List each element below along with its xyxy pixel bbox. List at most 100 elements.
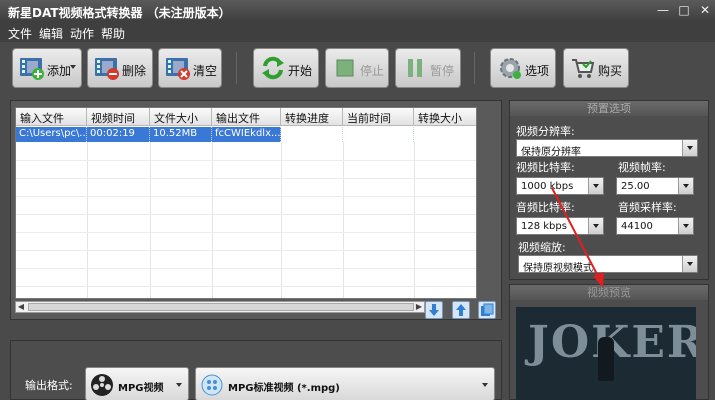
scale-label: 视频缩放: (518, 241, 566, 254)
resolution-label: 视频分辨率: (516, 125, 575, 138)
grid-line (16, 160, 476, 161)
grid-line (16, 286, 476, 287)
pause-button[interactable]: 暂停 (395, 48, 461, 88)
menu-help[interactable]: 帮助 (101, 25, 125, 42)
video-bitrate-select[interactable]: 1000 kbps (516, 177, 604, 195)
chevron-down-icon[interactable] (678, 218, 693, 234)
minimize-icon[interactable]: — (655, 3, 671, 17)
column-header[interactable]: 文件大小 (150, 108, 212, 126)
format-category-select[interactable]: MPG视频 (85, 367, 189, 400)
table-cell: fcCWIEkdlx... (212, 127, 281, 142)
framerate-select[interactable]: 25.00 (616, 177, 694, 195)
chevron-down-icon[interactable] (176, 383, 182, 387)
panel-title: 视频预览 (510, 285, 708, 300)
grid-line (16, 268, 476, 269)
film-reel-icon (91, 374, 113, 396)
chevron-down-icon[interactable] (482, 383, 488, 387)
grid-line (87, 142, 88, 298)
buy-label: 购买 (598, 64, 623, 78)
chevron-down-icon[interactable] (682, 256, 697, 272)
chevron-down-icon[interactable] (70, 65, 76, 69)
window-title: 新星DAT视频格式转换器 （未注册版本） (8, 6, 231, 20)
start-button[interactable]: 开始 (253, 48, 319, 88)
video-bitrate-label: 视频比特率: (516, 161, 575, 174)
scale-value: 保持原视频模式 (523, 263, 593, 273)
maximize-icon[interactable]: □ (676, 3, 692, 17)
buy-button[interactable]: 购买 (563, 48, 629, 88)
format-category-value: MPG视频 (118, 383, 164, 394)
gear-icon (500, 58, 521, 79)
column-header[interactable]: 视频时间 (87, 108, 150, 126)
toolbar-divider (474, 52, 475, 84)
delete-button[interactable]: 删除 (87, 48, 153, 88)
video-bitrate-value: 1000 kbps (521, 181, 574, 192)
output-format-select[interactable]: MPG标准视频 (*.mpg) (195, 367, 495, 400)
output-format-panel: 输出格式: MPG视频 MPG标准视频 (*.mpg) (10, 340, 502, 400)
shopping-cart-icon (572, 59, 595, 78)
preview-screen: JOKER (516, 307, 696, 400)
pause-icon (408, 59, 422, 77)
options-button[interactable]: 选项 (490, 48, 556, 88)
refresh-icon (262, 56, 284, 80)
menu-action[interactable]: 动作 (70, 25, 94, 42)
menu-bar: 文件 编辑 动作 帮助 (0, 22, 715, 42)
arrow-up-icon (456, 304, 466, 316)
grid-line (343, 142, 344, 298)
horizontal-scrollbar[interactable]: ◀ ▶ (15, 301, 425, 313)
audio-bitrate-select[interactable]: 128 kbps (516, 217, 604, 235)
clear-button[interactable]: 清空 (158, 48, 222, 88)
resolution-select[interactable]: 保持原分辨率 (516, 139, 698, 157)
table-cell (414, 127, 476, 142)
clear-label: 清空 (193, 64, 218, 78)
chevron-down-icon[interactable] (588, 218, 603, 234)
panel-title: 预置选项 (510, 101, 708, 116)
grid-line (16, 178, 476, 179)
toolbar-divider (236, 52, 237, 84)
grid-line (150, 142, 151, 298)
chevron-down-icon[interactable] (588, 178, 603, 194)
table-cell (281, 127, 343, 142)
preset-options-panel: 预置选项 视频分辨率: 保持原分辨率 视频比特率: 视频帧率: 1000 kbp… (509, 100, 709, 280)
audio-bitrate-value: 128 kbps (521, 221, 567, 232)
chevron-down-icon[interactable] (678, 178, 693, 194)
samplerate-label: 音频采样率: (618, 201, 677, 214)
scroll-left-icon[interactable]: ◀ (16, 303, 26, 311)
samplerate-select[interactable]: 44100 (616, 217, 694, 235)
copy-icon (481, 303, 494, 316)
menu-file[interactable]: 文件 (8, 25, 32, 42)
scroll-right-icon[interactable]: ▶ (414, 303, 424, 311)
close-icon[interactable]: ✕ (697, 3, 713, 17)
video-format-icon (201, 374, 223, 396)
column-header[interactable]: 转换大小 (414, 108, 476, 126)
start-label: 开始 (288, 64, 313, 78)
chevron-down-icon[interactable] (682, 140, 697, 156)
resolution-value: 保持原分辨率 (521, 147, 581, 157)
copy-button[interactable] (478, 301, 496, 319)
table-cell: C:\Users\pc\... (16, 127, 87, 142)
add-button[interactable]: 添加 (12, 48, 82, 88)
title-bar: 新星DAT视频格式转换器 （未注册版本） — □ ✕ (0, 0, 715, 22)
stop-button[interactable]: 停止 (325, 48, 389, 88)
clear-film-icon (166, 58, 190, 80)
scrollbar-thumb[interactable] (28, 303, 414, 311)
column-header[interactable]: 转换进度 (281, 108, 343, 126)
grid-line (281, 142, 282, 298)
grid-line (16, 250, 476, 251)
column-header[interactable]: 当前时间 (343, 108, 414, 126)
output-format-label: 输出格式: (25, 379, 73, 392)
table-cell (343, 127, 414, 142)
poster-figure (598, 337, 614, 381)
column-header[interactable]: 输出文件 (212, 108, 281, 126)
framerate-label: 视频帧率: (618, 161, 666, 174)
move-up-button[interactable] (452, 301, 470, 319)
add-label: 添加 (47, 64, 72, 78)
scale-select[interactable]: 保持原视频模式 (518, 255, 698, 273)
delete-label: 删除 (122, 64, 147, 78)
toolbar: 添加 删除 清空 开始 停止 暂停 选项 购买 (0, 42, 715, 96)
column-header[interactable]: 输入文件 (16, 108, 87, 126)
move-down-button[interactable] (425, 301, 443, 319)
framerate-value: 25.00 (621, 181, 650, 192)
video-preview-panel: 视频预览 JOKER (509, 284, 709, 400)
menu-edit[interactable]: 编辑 (39, 25, 63, 42)
output-format-value: MPG标准视频 (*.mpg) (228, 383, 340, 394)
